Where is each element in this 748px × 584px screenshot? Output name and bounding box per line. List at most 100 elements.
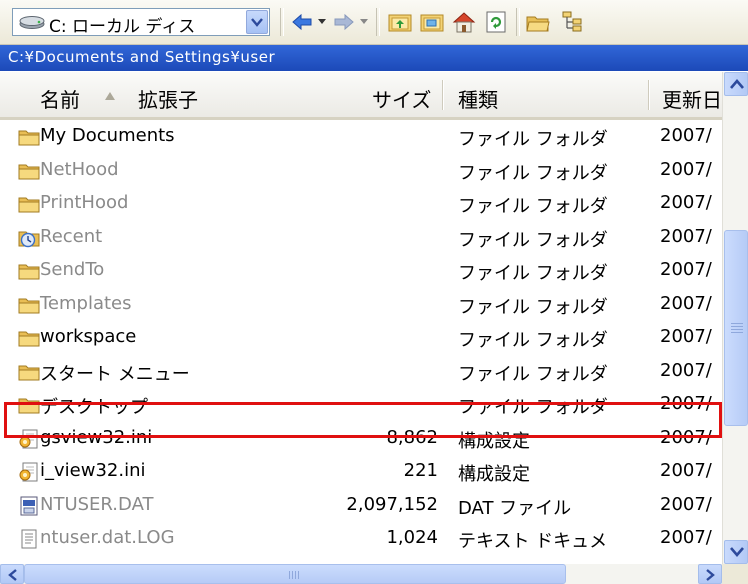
forward-arrow-icon[interactable] <box>332 10 356 34</box>
file-type: 構成設定 <box>458 464 530 485</box>
folder-icon <box>18 127 40 147</box>
file-modified-date: 2007/ <box>660 326 712 347</box>
back-dropdown-icon[interactable] <box>318 19 326 25</box>
file-modified-date: 2007/ <box>660 360 712 381</box>
file-modified-date: 2007/ <box>660 159 712 180</box>
grip-line <box>295 571 296 579</box>
vertical-scroll-thumb[interactable] <box>724 230 748 426</box>
file-size: 8,862 <box>386 427 438 448</box>
toolbar-separator <box>516 8 520 36</box>
file-size: 221 <box>403 460 438 481</box>
file-name: NetHood <box>40 159 119 180</box>
column-name[interactable]: 名前 <box>40 84 80 113</box>
file-name: i_view32.ini <box>40 460 146 481</box>
file-row[interactable]: SendTo ファイル フォルダ 2007/ <box>0 255 722 288</box>
dat-file-icon <box>18 496 40 516</box>
file-modified-date: 2007/ <box>660 460 712 481</box>
horizontal-scrollbar[interactable] <box>0 564 722 584</box>
file-type: ファイル フォルダ <box>458 196 608 217</box>
chevron-left-icon <box>8 569 17 581</box>
sort-ascending-icon <box>105 92 115 100</box>
file-row[interactable]: Recent ファイル フォルダ 2007/ <box>0 222 722 255</box>
grip-line <box>731 332 743 333</box>
file-browser-window: C: ローカル ディス C:¥Documents and Settings¥us… <box>0 0 748 584</box>
file-modified-date: 2007/ <box>660 527 712 548</box>
file-row[interactable]: Templates ファイル フォルダ 2007/ <box>0 289 722 322</box>
file-row[interactable]: スタート メニュー ファイル フォルダ 2007/ <box>0 356 722 389</box>
column-size[interactable]: サイズ <box>372 84 431 113</box>
column-type[interactable]: 種類 <box>458 84 498 113</box>
drive-select[interactable]: C: ローカル ディス <box>12 8 270 37</box>
folder-icon <box>18 362 40 382</box>
scroll-down-button[interactable] <box>724 540 748 564</box>
tree-view-icon[interactable] <box>560 10 584 34</box>
vertical-scrollbar[interactable] <box>722 72 748 564</box>
grip-line <box>292 571 293 579</box>
file-type: テキスト ドキュメ <box>458 531 608 552</box>
file-row[interactable]: デスクトップ ファイル フォルダ 2007/ <box>0 389 722 422</box>
file-modified-date: 2007/ <box>660 494 712 515</box>
file-modified-date: 2007/ <box>660 259 712 280</box>
file-row[interactable]: NTUSER.DAT 2,097,152 DAT ファイル 2007/ <box>0 490 722 523</box>
column-modified[interactable]: 更新日 <box>662 84 720 113</box>
file-size: 1,024 <box>386 527 438 548</box>
drive-label: C: ローカル ディス <box>49 17 196 37</box>
file-modified-date: 2007/ <box>660 293 712 314</box>
grip-line <box>731 329 743 330</box>
chevron-right-icon <box>706 569 715 581</box>
column-extension[interactable]: 拡張子 <box>138 84 198 113</box>
up-folder-icon[interactable] <box>388 10 412 34</box>
folder-icon <box>18 295 40 315</box>
forward-dropdown-icon[interactable] <box>360 19 368 25</box>
refresh-icon[interactable] <box>484 10 508 34</box>
chevron-down-icon <box>730 547 744 557</box>
file-name: My Documents <box>40 125 175 146</box>
file-type: ファイル フォルダ <box>458 230 608 251</box>
current-path: C:¥Documents and Settings¥user <box>8 48 276 66</box>
file-row[interactable]: My Documents ファイル フォルダ 2007/ <box>0 121 722 154</box>
chevron-up-icon <box>730 79 744 89</box>
file-modified-date: 2007/ <box>660 192 712 213</box>
file-row[interactable]: PrintHood ファイル フォルダ 2007/ <box>0 188 722 221</box>
scroll-up-button[interactable] <box>724 72 748 96</box>
grip-line <box>289 571 290 579</box>
open-folder-icon[interactable] <box>526 10 550 34</box>
file-type: ファイル フォルダ <box>458 163 608 184</box>
file-name: スタート メニュー <box>40 364 190 385</box>
drive-dropdown-button[interactable] <box>246 10 268 34</box>
file-row[interactable]: gsview32.ini 8,862 構成設定 2007/ <box>0 423 722 456</box>
column-divider[interactable] <box>442 80 444 110</box>
horizontal-scroll-thumb[interactable] <box>24 564 566 584</box>
file-modified-date: 2007/ <box>660 125 712 146</box>
file-row[interactable]: i_view32.ini 221 構成設定 2007/ <box>0 456 722 489</box>
file-modified-date: 2007/ <box>660 226 712 247</box>
toolbar-separator <box>376 8 380 36</box>
grip-line <box>298 571 299 579</box>
text-file-icon <box>18 529 40 549</box>
folder-icon <box>18 194 40 214</box>
file-name: gsview32.ini <box>40 427 153 448</box>
scroll-right-button[interactable] <box>698 564 722 584</box>
folder-icon <box>18 261 40 281</box>
file-row[interactable]: workspace ファイル フォルダ 2007/ <box>0 322 722 355</box>
settings-file-icon <box>18 462 40 482</box>
grip-line <box>731 326 743 327</box>
address-bar[interactable]: C:¥Documents and Settings¥user <box>0 45 748 71</box>
scroll-left-button[interactable] <box>0 564 24 584</box>
home-icon[interactable] <box>452 10 476 34</box>
folder-view-icon[interactable] <box>420 10 444 34</box>
file-type: ファイル フォルダ <box>458 263 608 284</box>
file-name: デスクトップ <box>40 397 148 418</box>
file-type: ファイル フォルダ <box>458 397 608 418</box>
recent-folder-icon <box>18 228 40 248</box>
settings-file-icon <box>18 429 40 449</box>
file-row[interactable]: NetHood ファイル フォルダ 2007/ <box>0 155 722 188</box>
column-divider[interactable] <box>648 80 650 110</box>
file-name: NTUSER.DAT <box>40 494 154 515</box>
file-type: ファイル フォルダ <box>458 297 608 318</box>
file-row[interactable]: ntuser.dat.LOG 1,024 テキスト ドキュメ 2007/ <box>0 523 722 556</box>
column-header: 名前 拡張子 サイズ 種類 更新日 <box>0 72 722 120</box>
file-type: 構成設定 <box>458 431 530 452</box>
file-type: DAT ファイル <box>458 498 572 519</box>
back-arrow-icon[interactable] <box>290 10 314 34</box>
